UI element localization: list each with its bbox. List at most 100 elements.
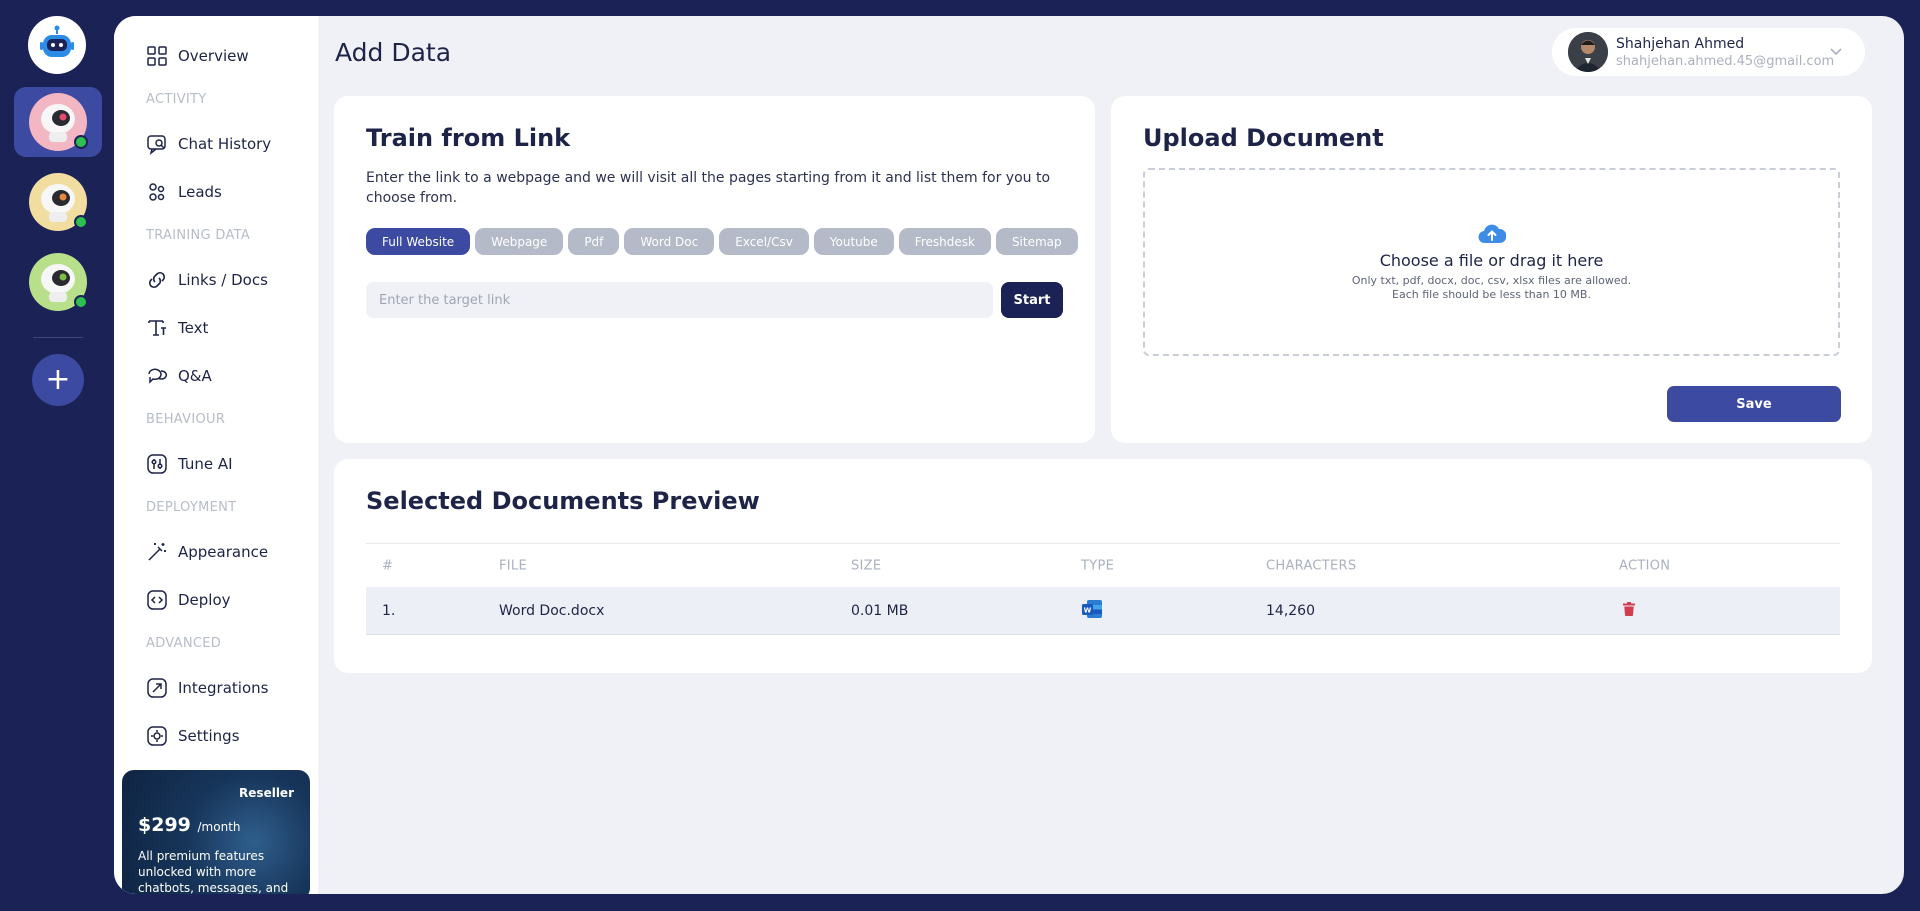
chat-history-icon <box>147 135 166 155</box>
target-link-input[interactable] <box>366 282 993 318</box>
sidebar-item-label: Chat History <box>178 135 272 153</box>
sidebar: Overview ACTIVITY Chat History Leads TRA… <box>114 16 318 894</box>
dropzone-hint: Only txt, pdf, docx, doc, csv, xlsx file… <box>1352 274 1631 302</box>
bot-avatar <box>29 93 88 151</box>
upload-document-card: Upload Document Choose a file or drag it… <box>1111 96 1872 443</box>
documents-table: # FILE SIZE TYPE CHARACTERS ACTION 1. Wo… <box>366 543 1840 635</box>
svg-text:W: W <box>1084 606 1092 614</box>
sidebar-item-label: Deploy <box>178 591 231 609</box>
qa-icon <box>148 368 167 384</box>
tab-pdf[interactable]: Pdf <box>568 228 620 255</box>
leads-icon <box>149 183 165 201</box>
file-dropzone[interactable]: Choose a file or drag it here Only txt, … <box>1143 168 1840 356</box>
section-training-data: TRAINING DATA <box>146 228 251 243</box>
sidebar-item-integrations[interactable]: Integrations <box>146 674 268 702</box>
bot-tile-green[interactable] <box>14 247 102 317</box>
sidebar-item-label: Q&A <box>178 367 212 385</box>
tab-webpage[interactable]: Webpage <box>475 228 564 255</box>
sidebar-item-appearance[interactable]: Appearance <box>146 538 268 566</box>
promo-price: $299 /month <box>138 814 241 836</box>
table-row: 1. Word Doc.docx 0.01 MB W 14,260 <box>366 587 1840 635</box>
sidebar-item-label: Tune AI <box>178 455 233 473</box>
bot-tile-pink[interactable] <box>14 87 102 157</box>
column-header-file: FILE <box>499 558 527 573</box>
sidebar-item-qa[interactable]: Q&A <box>146 362 212 390</box>
start-button[interactable]: Start <box>1001 282 1063 318</box>
magic-wand-icon <box>148 543 166 561</box>
app-logo[interactable] <box>28 16 86 74</box>
chevron-down-icon <box>1830 48 1842 56</box>
settings-icon <box>147 726 167 746</box>
tab-sitemap[interactable]: Sitemap <box>995 228 1078 255</box>
code-icon <box>147 590 167 610</box>
promo-tag: Reseller <box>239 786 294 800</box>
online-indicator <box>74 215 88 229</box>
sidebar-item-text[interactable]: Text <box>146 314 208 342</box>
section-advanced: ADVANCED <box>146 636 222 651</box>
sidebar-item-label: Integrations <box>178 679 269 697</box>
save-button[interactable]: Save <box>1667 386 1841 422</box>
tab-excel-csv[interactable]: Excel/Csv <box>719 228 809 255</box>
rail-divider <box>33 337 83 338</box>
add-bot-button[interactable]: + <box>32 354 84 406</box>
column-header-characters: CHARACTERS <box>1266 558 1357 573</box>
reseller-promo-card[interactable]: Reseller $299 /month All premium feature… <box>122 770 310 894</box>
sidebar-item-label: Links / Docs <box>178 271 268 289</box>
bot-rail: + <box>0 0 114 911</box>
tab-word-doc[interactable]: Word Doc <box>624 228 715 255</box>
sidebar-item-links-docs[interactable]: Links / Docs <box>146 266 268 294</box>
sidebar-item-label: Text <box>178 319 209 337</box>
page-title: Add Data <box>335 38 452 67</box>
promo-description: All premium features unlocked with more … <box>138 849 289 894</box>
row-file-size: 0.01 MB <box>851 602 909 619</box>
delete-button[interactable] <box>1623 601 1635 620</box>
robot-logo-icon <box>40 25 74 57</box>
card-description: Enter the link to a webpage and we will … <box>366 170 1051 206</box>
card-title: Upload Document <box>1143 124 1384 152</box>
column-header-type: TYPE <box>1081 558 1115 573</box>
tab-youtube[interactable]: Youtube <box>813 228 894 255</box>
sidebar-item-label: Appearance <box>178 543 269 561</box>
online-indicator <box>74 295 88 309</box>
dropzone-title: Choose a file or drag it here <box>1379 250 1604 270</box>
tab-full-website[interactable]: Full Website <box>366 228 471 255</box>
tune-icon <box>147 454 167 474</box>
user-photo-icon <box>1568 32 1608 72</box>
bot-avatar <box>29 173 88 231</box>
plus-icon: + <box>45 362 71 397</box>
sidebar-item-leads[interactable]: Leads <box>146 178 222 206</box>
bot-avatar <box>29 253 88 311</box>
tab-freshdesk[interactable]: Freshdesk <box>898 228 991 255</box>
sidebar-item-label: Overview <box>178 47 249 65</box>
column-header-size: SIZE <box>851 558 882 573</box>
main-panel: Overview ACTIVITY Chat History Leads TRA… <box>114 16 1904 894</box>
allowed-types-hint: Only txt, pdf, docx, doc, csv, xlsx file… <box>1351 273 1632 287</box>
documents-preview-card: Selected Documents Preview # FILE SIZE T… <box>334 459 1872 673</box>
sidebar-item-tune-ai[interactable]: Tune AI <box>146 450 233 478</box>
row-characters: 14,260 <box>1266 602 1315 619</box>
train-from-link-card: Train from Link Enter the link to a webp… <box>334 96 1095 443</box>
column-header-index: # <box>382 558 394 573</box>
sidebar-item-deploy[interactable]: Deploy <box>146 586 231 614</box>
word-icon: W <box>1082 599 1102 618</box>
integrations-icon <box>147 678 167 698</box>
sidebar-item-settings[interactable]: Settings <box>146 722 240 750</box>
user-avatar <box>1568 32 1608 72</box>
user-info: Shahjehan Ahmed shahjehan.ahmed.45@gmail… <box>1616 36 1834 69</box>
sidebar-item-label: Settings <box>178 727 240 745</box>
sidebar-item-chat-history[interactable]: Chat History <box>146 130 271 158</box>
column-header-action: ACTION <box>1619 558 1671 573</box>
table-header: # FILE SIZE TYPE CHARACTERS ACTION <box>366 543 1840 587</box>
row-file-type: W <box>1081 598 1103 624</box>
sidebar-item-label: Leads <box>178 183 222 201</box>
user-menu[interactable]: Shahjehan Ahmed shahjehan.ahmed.45@gmail… <box>1552 28 1865 76</box>
section-activity: ACTIVITY <box>146 92 207 107</box>
row-index: 1. <box>382 602 396 619</box>
sidebar-item-overview[interactable]: Overview <box>146 42 249 70</box>
size-limit-hint: Each file should be less than 10 MB. <box>1392 287 1591 301</box>
bot-tile-yellow[interactable] <box>14 167 102 237</box>
grid-icon <box>147 46 167 66</box>
user-email: shahjehan.ahmed.45@gmail.com <box>1616 53 1835 69</box>
online-indicator <box>74 135 88 149</box>
card-title: Selected Documents Preview <box>366 487 760 515</box>
